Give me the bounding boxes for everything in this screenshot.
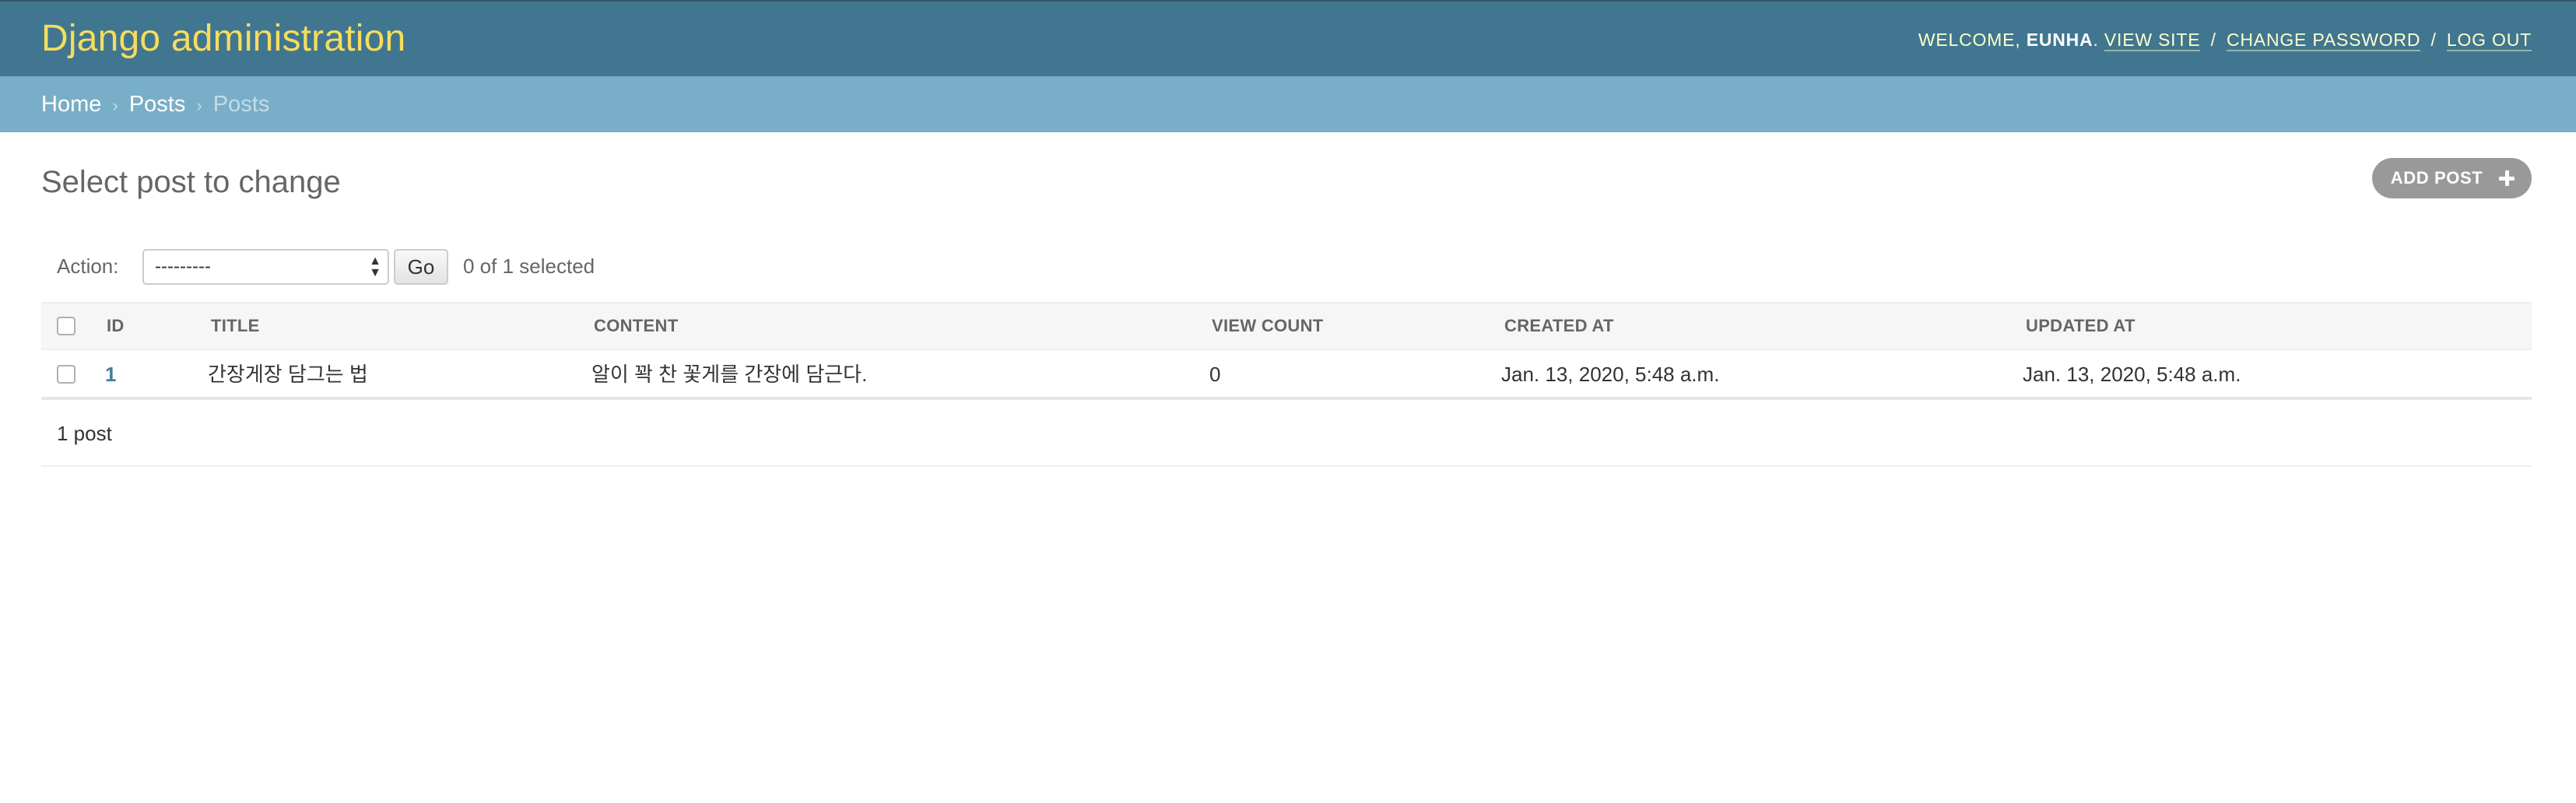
user-tools-separator: / [2430,30,2437,50]
go-button[interactable]: Go [394,249,448,285]
action-selected-option: --------- [155,256,211,277]
column-header-id[interactable]: ID [107,303,125,349]
selection-counter: 0 of 1 selected [463,254,595,278]
breadcrumb-home[interactable]: Home [41,92,101,117]
welcome-text: WELCOME, [1918,30,2021,50]
cell-view-count: 0 [1209,363,1221,386]
plus-icon [2499,170,2515,186]
site-header: Django administration WELCOME, EUNHA. VI… [0,0,2576,76]
user-tools-separator: / [2210,30,2216,50]
add-post-button[interactable]: ADD POST [2371,158,2532,198]
cell-updated-at: Jan. 13, 2020, 5:48 a.m. [2023,363,2241,386]
cell-title: 간장게장 담그는 법 [208,363,368,386]
column-header-created-at[interactable]: CREATED AT [1504,303,1614,349]
breadcrumb: Home › Posts › Posts [0,76,2576,132]
cell-id: 1 [105,350,116,398]
view-site-link[interactable]: VIEW SITE [2104,30,2201,51]
cell-content: 알이 꽉 찬 꽃게를 간장에 담근다. [591,363,868,386]
site-name[interactable]: Django administration [41,16,405,62]
results-table: ID TITLE CONTENT VIEW COUNT CREATED AT U… [41,302,2532,467]
actions-bar: Action: --------- ▲ ▼ Go 0 of 1 selected [41,241,2532,291]
username: EUNHA [2026,30,2093,50]
welcome-suffix: . [2093,30,2099,50]
column-header-content[interactable]: CONTENT [594,303,678,349]
breadcrumb-separator: › [112,96,118,115]
log-out-link[interactable]: LOG OUT [2446,30,2532,51]
post-id-link[interactable]: 1 [105,363,116,386]
user-tools: WELCOME, EUNHA. VIEW SITE / CHANGE PASSW… [1918,27,2532,52]
add-post-label: ADD POST [2390,168,2483,188]
column-header-title[interactable]: TITLE [211,303,260,349]
breadcrumb-current: Posts [212,92,270,117]
action-label: Action: [57,254,119,278]
page-title: Select post to change [41,165,341,199]
action-select[interactable]: --------- ▲ ▼ [142,249,389,285]
select-arrows-icon: ▲ ▼ [369,254,381,279]
select-all-checkbox[interactable] [57,317,75,335]
breadcrumb-separator: › [196,96,202,115]
breadcrumb-app[interactable]: Posts [129,92,186,117]
cell-created-at: Jan. 13, 2020, 5:48 a.m. [1501,363,1720,386]
column-header-view-count[interactable]: VIEW COUNT [1212,303,1324,349]
paginator: 1 post [41,400,2532,467]
change-password-link[interactable]: CHANGE PASSWORD [2226,30,2421,51]
column-header-updated-at[interactable]: UPDATED AT [2026,303,2136,349]
table-row: 1 간장게장 담그는 법 알이 꽉 찬 꽃게를 간장에 담근다. 0 Jan. … [41,350,2532,400]
table-header: ID TITLE CONTENT VIEW COUNT CREATED AT U… [41,302,2532,350]
row-checkbox[interactable] [57,365,75,384]
